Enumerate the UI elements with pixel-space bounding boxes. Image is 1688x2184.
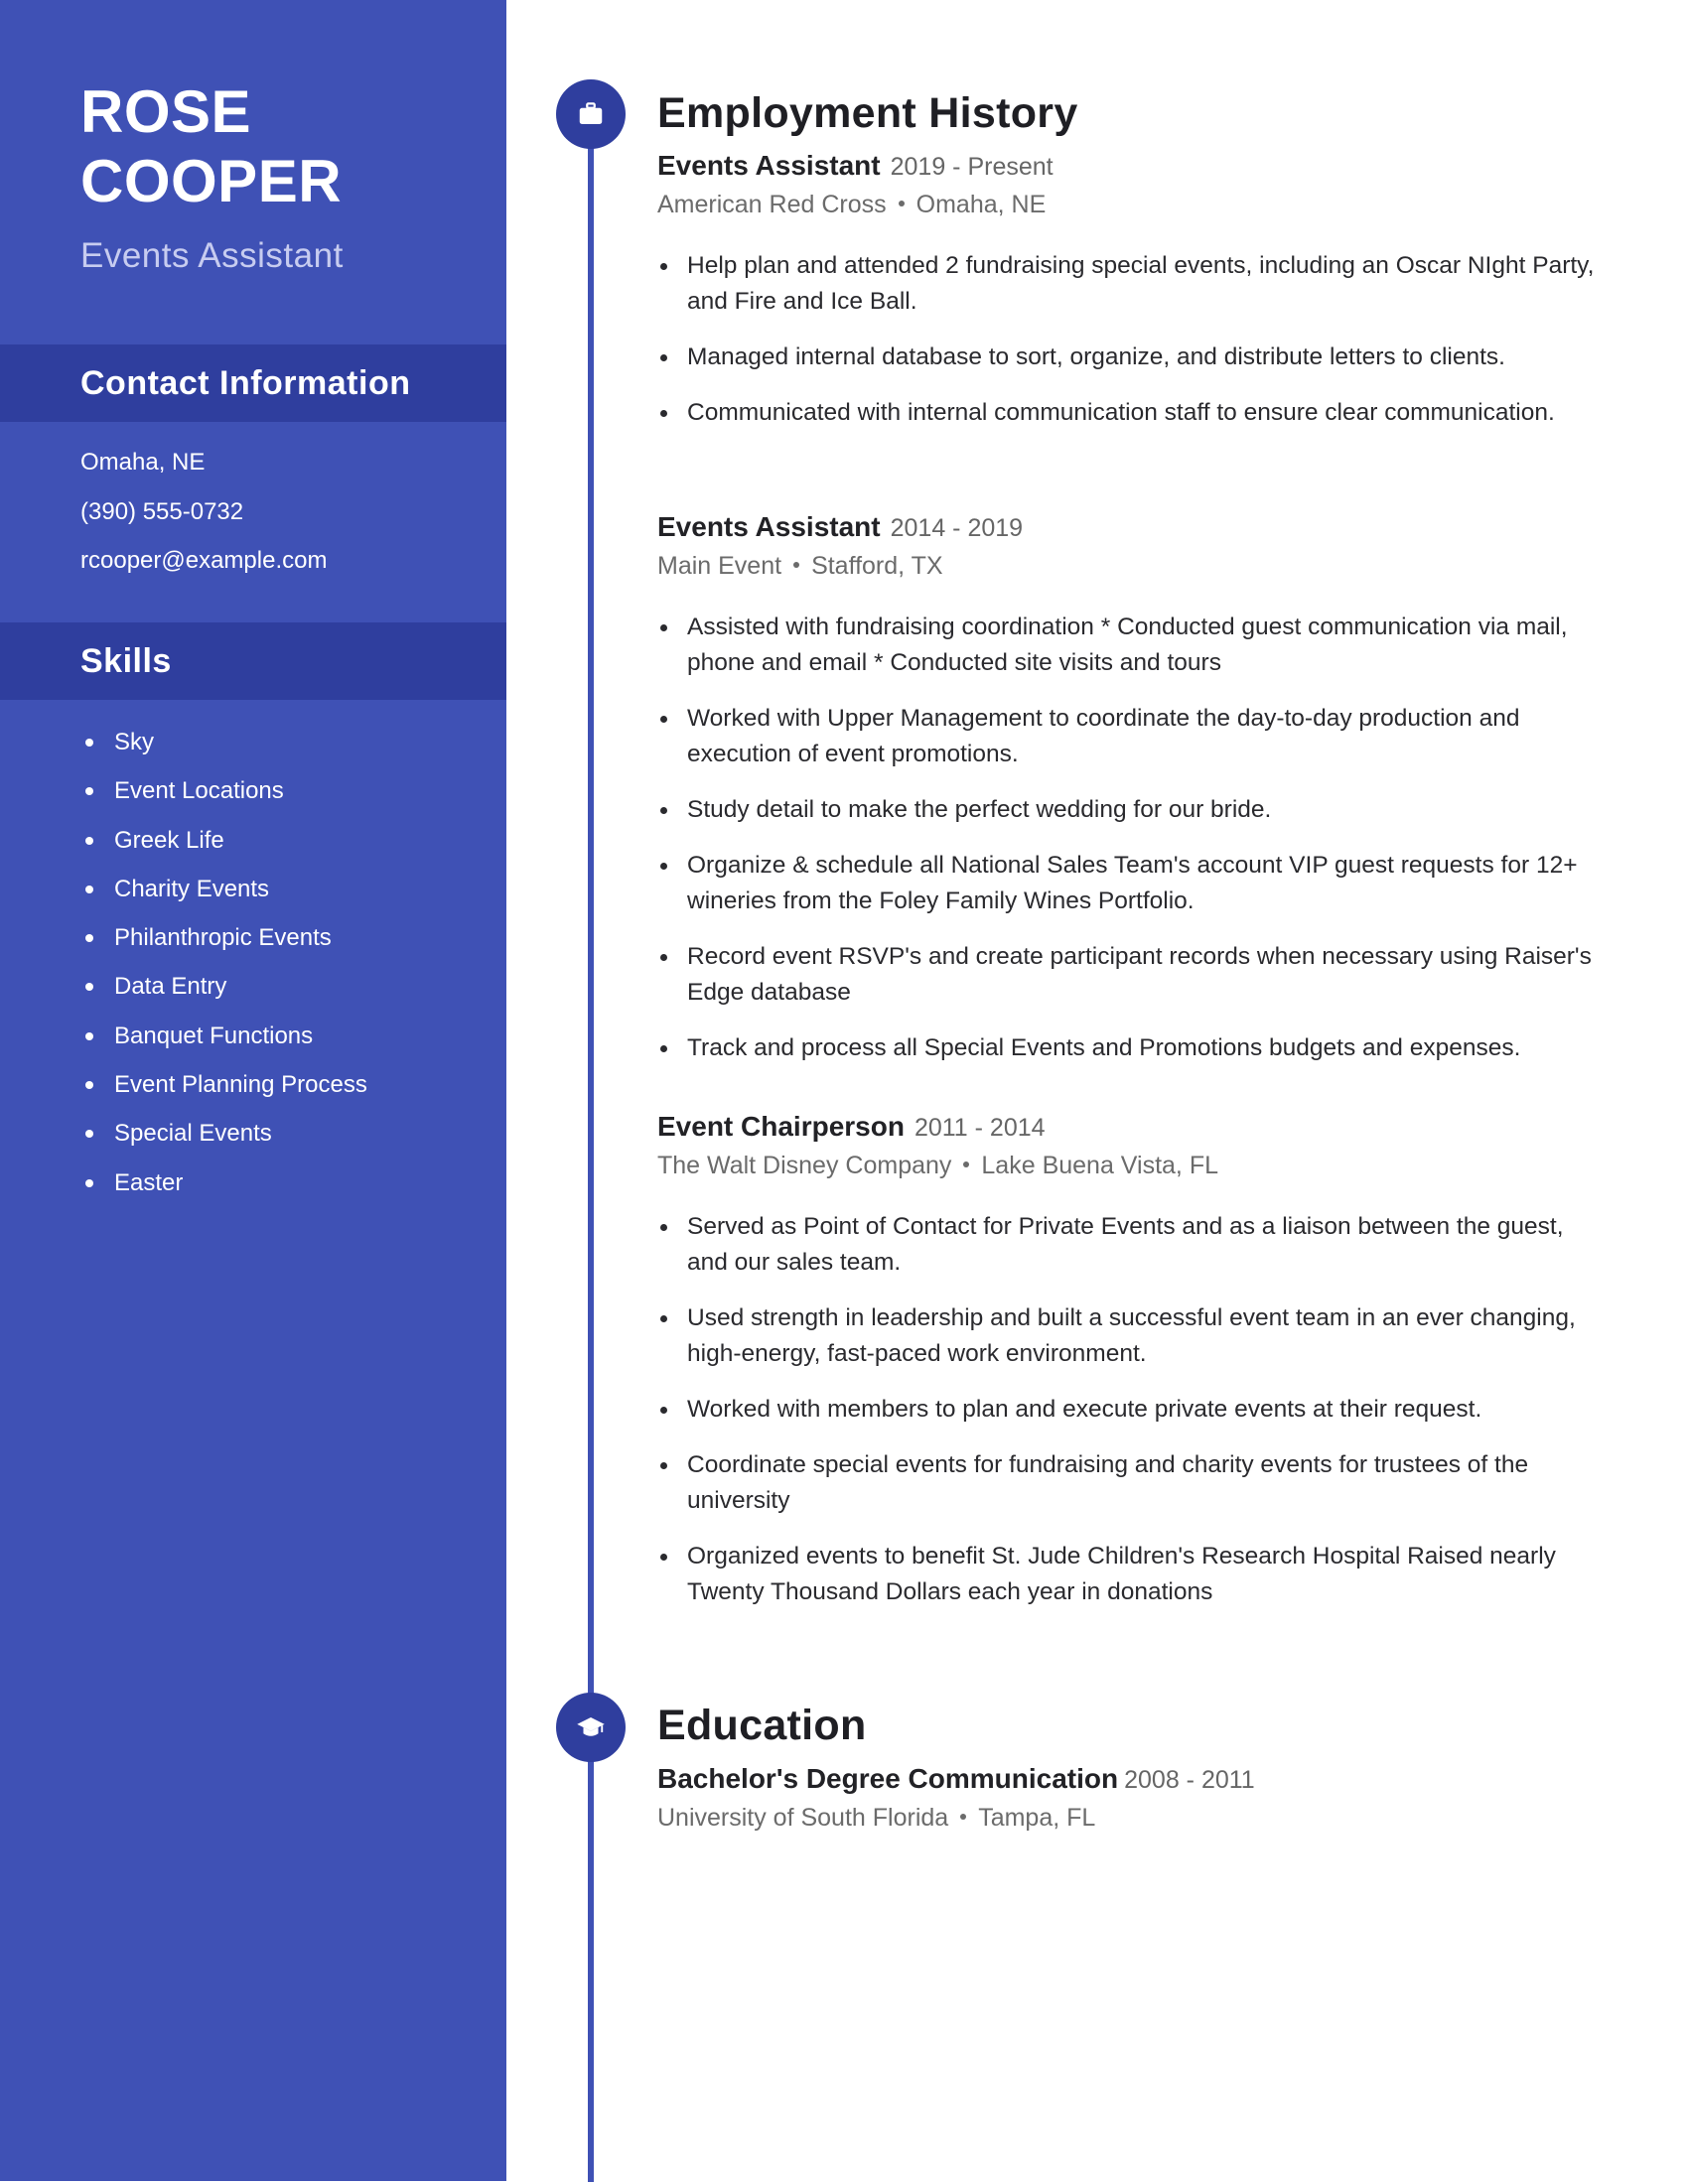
job-header: Events Assistant 2014 - 2019	[657, 508, 1611, 547]
skill-item: Charity Events	[80, 865, 367, 913]
sidebar: ROSE COOPER Events Assistant Contact Inf…	[0, 0, 506, 2181]
contact-email[interactable]: rcooper@example.com	[80, 536, 327, 586]
job-bullet: Organized events to benefit St. Jude Chi…	[657, 1539, 1611, 1610]
education-heading: Education	[657, 1702, 867, 1749]
candidate-name: ROSE COOPER	[80, 77, 342, 216]
job-bullet: Assisted with fundraising coordination *…	[657, 610, 1611, 681]
job-header: Event Chairperson 2011 - 2014	[657, 1108, 1611, 1147]
skills-list: Sky Event Locations Greek Life Charity E…	[80, 718, 367, 1207]
skills-heading: Skills	[80, 642, 172, 680]
job-bullet: Used strength in leadership and built a …	[657, 1300, 1611, 1372]
job-entry: Events Assistant 2019 - Present American …	[657, 147, 1611, 451]
job-header: Events Assistant 2019 - Present	[657, 147, 1611, 186]
job-bullet: Record event RSVP's and create participa…	[657, 939, 1611, 1011]
degree: Bachelor's Degree Communication	[657, 1763, 1119, 1794]
job-bullet: Served as Point of Contact for Private E…	[657, 1209, 1611, 1281]
job-location: Omaha, NE	[915, 191, 1047, 218]
job-bullet: Track and process all Special Events and…	[657, 1030, 1611, 1066]
contact-heading: Contact Information	[80, 364, 411, 402]
job-bullet: Coordinate special events for fundraisin…	[657, 1447, 1611, 1519]
last-name: COOPER	[80, 148, 343, 214]
job-company: American Red Cross	[657, 191, 887, 218]
skill-item: Special Events	[80, 1109, 367, 1158]
separator-dot	[963, 1161, 970, 1168]
skill-item: Event Planning Process	[80, 1060, 367, 1109]
skill-item: Philanthropic Events	[80, 913, 367, 962]
separator-dot	[793, 562, 800, 569]
job-bullet: Study detail to make the perfect wedding…	[657, 792, 1611, 828]
graduation-cap-icon	[577, 1717, 605, 1736]
job-company: Main Event	[657, 552, 782, 580]
job-bullets: Help plan and attended 2 fundraising spe…	[657, 248, 1611, 431]
job-title: Events Assistant	[657, 150, 881, 181]
job-location: Lake Buena Vista, FL	[981, 1152, 1218, 1179]
job-bullet: Managed internal database to sort, organ…	[657, 340, 1611, 375]
job-company-line: The Walt Disney Company Lake Buena Vista,…	[657, 1147, 1611, 1184]
skill-item: Banquet Functions	[80, 1012, 367, 1060]
contact-location: Omaha, NE	[80, 449, 206, 476]
job-bullet: Organize & schedule all National Sales T…	[657, 848, 1611, 919]
education-header: Bachelor's Degree Communication 2008 - 20…	[657, 1760, 1611, 1799]
job-company-line: American Red Cross Omaha, NE	[657, 186, 1611, 223]
education-dates: 2008 - 2011	[1124, 1766, 1255, 1794]
skill-item: Event Locations	[80, 766, 367, 815]
job-title: Events Assistant	[657, 511, 881, 542]
contact-phone[interactable]: (390) 555-0732	[80, 487, 327, 537]
education-marker	[556, 1693, 626, 1762]
skill-item: Data Entry	[80, 962, 367, 1011]
education-entry: Bachelor's Degree Communication 2008 - 20…	[657, 1760, 1611, 1837]
job-entry: Event Chairperson 2011 - 2014 The Walt Di…	[657, 1108, 1611, 1630]
education-school-line: University of South Florida Tampa, FL	[657, 1799, 1611, 1837]
job-bullets: Served as Point of Contact for Private E…	[657, 1209, 1611, 1610]
briefcase-icon	[579, 102, 603, 124]
skill-item: Easter	[80, 1159, 367, 1207]
job-bullet: Communicated with internal communication…	[657, 395, 1611, 431]
employment-marker	[556, 79, 626, 149]
job-title: Event Chairperson	[657, 1111, 905, 1142]
separator-dot	[898, 201, 905, 207]
job-company-line: Main Event Stafford, TX	[657, 547, 1611, 585]
job-title-subtitle: Events Assistant	[80, 236, 344, 275]
skill-item: Greek Life	[80, 816, 367, 865]
job-dates: 2014 - 2019	[890, 514, 1024, 542]
school-location: Tampa, FL	[978, 1804, 1096, 1832]
first-name: ROSE	[80, 78, 252, 145]
timeline-line	[588, 114, 594, 2182]
job-location: Stafford, TX	[811, 552, 943, 580]
job-dates: 2019 - Present	[890, 153, 1054, 181]
job-bullet: Worked with Upper Management to coordina…	[657, 701, 1611, 772]
job-bullet: Worked with members to plan and execute …	[657, 1392, 1611, 1428]
job-entry: Events Assistant 2014 - 2019 Main Event St…	[657, 508, 1611, 1086]
contact-list: Omaha, NE (390) 555-0732 rcooper@example…	[80, 438, 327, 586]
job-bullets: Assisted with fundraising coordination *…	[657, 610, 1611, 1066]
employment-heading: Employment History	[657, 89, 1078, 137]
job-company: The Walt Disney Company	[657, 1152, 952, 1179]
school-name: University of South Florida	[657, 1804, 949, 1832]
job-bullet: Help plan and attended 2 fundraising spe…	[657, 248, 1611, 320]
job-dates: 2011 - 2014	[914, 1114, 1046, 1142]
skills-heading-band: Skills	[0, 622, 506, 700]
skill-item: Sky	[80, 718, 367, 766]
separator-dot	[960, 1814, 967, 1821]
contact-heading-band: Contact Information	[0, 344, 506, 422]
